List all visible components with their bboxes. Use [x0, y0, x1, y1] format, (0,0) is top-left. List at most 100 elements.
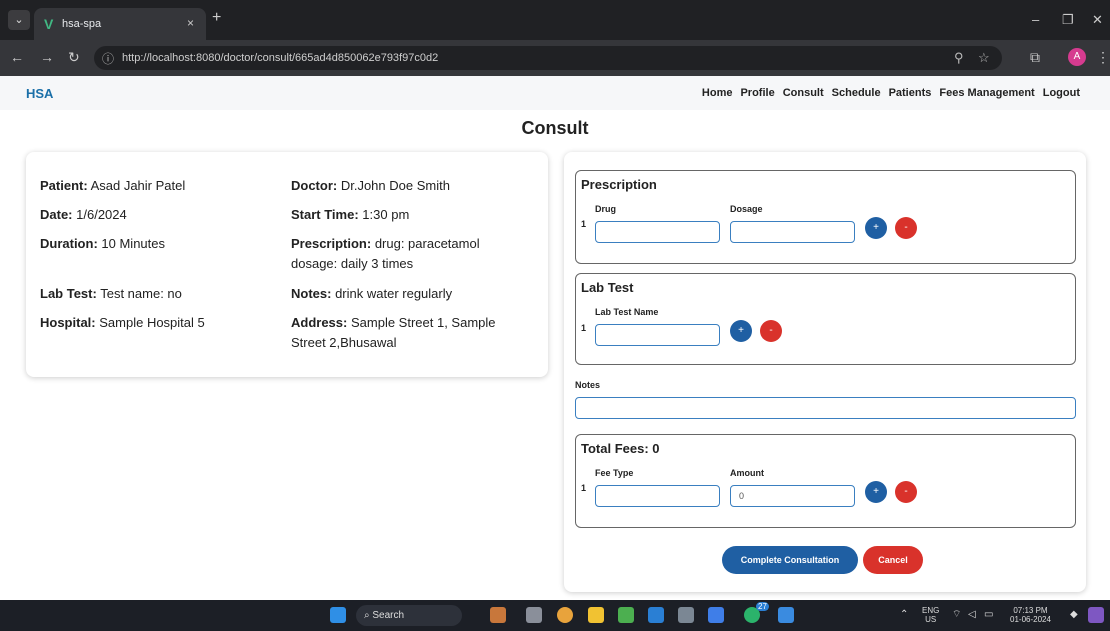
- tray-overflow-icon[interactable]: ⌃: [900, 610, 908, 620]
- cancel-button[interactable]: Cancel: [863, 546, 923, 574]
- date-value: 1/6/2024: [76, 207, 127, 222]
- prescription-row-number: 1: [581, 219, 587, 229]
- total-fees-title: Total Fees: 0: [581, 441, 660, 456]
- prescription-value-line2: dosage: daily 3 times: [291, 256, 414, 271]
- notes-field-label: Notes: [575, 380, 601, 390]
- doctor-value: Dr.John Doe Smith: [340, 178, 450, 193]
- add-lab-test-button[interactable]: +: [730, 320, 752, 342]
- windows-start-icon[interactable]: [330, 607, 346, 623]
- close-window-icon[interactable]: ✕: [1092, 12, 1103, 28]
- clock[interactable]: 07:13 PM 01-06-2024: [1010, 606, 1051, 624]
- notes-row: Notes: drink water regularly: [291, 284, 452, 304]
- extensions-icon[interactable]: ⧉: [1030, 49, 1040, 66]
- notepad-icon[interactable]: [618, 607, 634, 623]
- drug-column-label: Drug: [595, 204, 616, 214]
- browser-tab[interactable]: V hsa-spa ×: [34, 8, 206, 40]
- prescription-title: Prescription: [581, 177, 657, 192]
- page-title: Consult: [521, 118, 589, 138]
- tab-search-dropdown-icon[interactable]: ⌄: [8, 10, 30, 30]
- site-info-icon[interactable]: ⓘ: [102, 50, 114, 67]
- lab-test-title: Lab Test: [581, 280, 634, 295]
- consult-details-card: Patient: Asad Jahir Patel Date: 1/6/2024…: [26, 152, 548, 377]
- amount-input[interactable]: [730, 485, 855, 507]
- file-manager-icon[interactable]: [588, 607, 604, 623]
- taskbar-search[interactable]: ⌕ Search: [356, 605, 462, 626]
- nav-links: Home Profile Consult Schedule Patients F…: [702, 87, 1080, 99]
- duration-row: Duration: 10 Minutes: [40, 234, 165, 254]
- wifi-icon[interactable]: ⌔: [952, 610, 961, 620]
- browser-tab-bar: ⌄ V hsa-spa × + – ❐ ✕: [0, 0, 1110, 40]
- nav-logout[interactable]: Logout: [1043, 87, 1080, 99]
- folder-icon[interactable]: [708, 607, 724, 623]
- lab-test-row-number: 1: [581, 323, 587, 333]
- menu-kebab-icon[interactable]: ⋮: [1096, 49, 1110, 66]
- app-navbar: HSA Home Profile Consult Schedule Patien…: [0, 76, 1110, 110]
- task-view-icon[interactable]: [526, 607, 542, 623]
- fee-row-number: 1: [581, 483, 587, 493]
- doctor-label: Doctor:: [291, 178, 338, 193]
- language-indicator[interactable]: ENG US: [922, 606, 939, 624]
- fee-type-input[interactable]: [595, 485, 720, 507]
- remove-prescription-button[interactable]: -: [895, 217, 917, 239]
- lab-test-label: Lab Test:: [40, 286, 97, 301]
- tab-title: hsa-spa: [62, 18, 102, 30]
- brand-logo[interactable]: HSA: [26, 86, 53, 101]
- lab-test-value: Test name: no: [100, 286, 182, 301]
- bookmark-star-icon[interactable]: ☆: [978, 50, 990, 66]
- vue-favicon-icon: V: [44, 16, 54, 32]
- remove-lab-test-button[interactable]: -: [760, 320, 782, 342]
- prescription-section: Prescription Drug Dosage 1 + -: [575, 170, 1076, 264]
- forward-icon[interactable]: →: [40, 49, 54, 65]
- nav-fees-management[interactable]: Fees Management: [939, 87, 1034, 99]
- add-fee-button[interactable]: +: [865, 481, 887, 503]
- notifications-bell-icon[interactable]: ◆: [1070, 610, 1078, 620]
- lab-test-name-input[interactable]: [595, 324, 720, 346]
- consult-form-card: Prescription Drug Dosage 1 + - Lab Test …: [564, 152, 1086, 592]
- add-prescription-button[interactable]: +: [865, 217, 887, 239]
- nav-schedule[interactable]: Schedule: [832, 87, 881, 99]
- lab-test-section: Lab Test Lab Test Name 1 + -: [575, 273, 1076, 365]
- patient-value: Asad Jahir Patel: [90, 178, 186, 193]
- patient-label: Patient:: [40, 178, 88, 193]
- back-icon[interactable]: ←: [10, 49, 24, 65]
- language-line2: US: [925, 615, 937, 624]
- drug-input[interactable]: [595, 221, 720, 243]
- language-line1: ENG: [922, 606, 940, 615]
- complete-consultation-button[interactable]: Complete Consultation: [722, 546, 858, 574]
- profile-avatar[interactable]: A: [1068, 48, 1086, 66]
- tray-app-icon[interactable]: [1088, 607, 1104, 623]
- tab-close-icon[interactable]: ×: [187, 16, 194, 30]
- zoom-icon[interactable]: ⚲: [954, 50, 964, 66]
- start-time-label: Start Time:: [291, 207, 359, 222]
- dosage-column-label: Dosage: [730, 204, 763, 214]
- photos-icon[interactable]: [778, 607, 794, 623]
- hospital-row: Hospital: Sample Hospital 5: [40, 313, 205, 333]
- hospital-label: Hospital:: [40, 315, 96, 330]
- reload-icon[interactable]: ↻: [68, 49, 80, 66]
- url-field[interactable]: ⓘ http://localhost:8080/doctor/consult/6…: [94, 46, 1002, 70]
- chrome-icon[interactable]: [557, 607, 573, 623]
- lab-test-row: Lab Test: Test name: no: [40, 284, 182, 304]
- settings-icon[interactable]: [678, 607, 694, 623]
- notification-badge: 27: [756, 602, 769, 611]
- taskbar-search-label: Search: [372, 610, 405, 621]
- battery-icon[interactable]: ▭: [984, 610, 993, 620]
- nav-patients[interactable]: Patients: [889, 87, 932, 99]
- new-tab-icon[interactable]: +: [212, 9, 221, 27]
- restore-icon[interactable]: ❐: [1062, 12, 1074, 28]
- remove-fee-button[interactable]: -: [895, 481, 917, 503]
- volume-icon[interactable]: ◁: [968, 610, 976, 620]
- start-time-row: Start Time: 1:30 pm: [291, 205, 409, 225]
- nav-home[interactable]: Home: [702, 87, 733, 99]
- hospital-value: Sample Hospital 5: [99, 315, 205, 330]
- dosage-input[interactable]: [730, 221, 855, 243]
- nav-profile[interactable]: Profile: [740, 87, 774, 99]
- minimize-icon[interactable]: –: [1032, 12, 1039, 27]
- date-row: Date: 1/6/2024: [40, 205, 127, 225]
- vscode-icon[interactable]: [648, 607, 664, 623]
- app-icon[interactable]: [490, 607, 506, 623]
- nav-consult[interactable]: Consult: [783, 87, 824, 99]
- lab-test-name-column-label: Lab Test Name: [595, 307, 659, 317]
- notes-input[interactable]: [575, 397, 1076, 419]
- fees-section: Total Fees: 0 Fee Type Amount 1 + -: [575, 434, 1076, 528]
